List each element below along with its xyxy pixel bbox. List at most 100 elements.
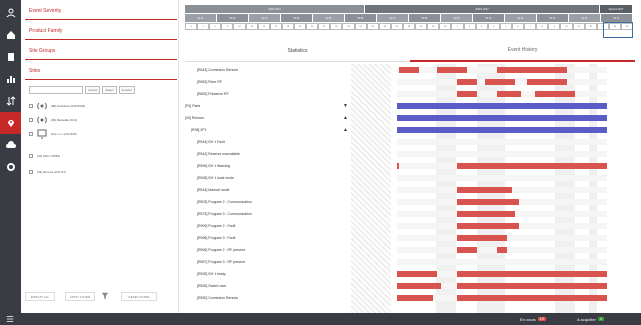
- tab-event-history[interactable]: Event History: [410, 40, 635, 62]
- event-bar[interactable]: [397, 163, 399, 169]
- event-bar[interactable]: [457, 295, 607, 301]
- event-bar[interactable]: [497, 91, 521, 97]
- event-bar[interactable]: [497, 67, 567, 73]
- event-row[interactable]: [R539] SH 1 Warning: [185, 160, 635, 172]
- day-cell[interactable]: 2: [463, 23, 476, 30]
- week-cell[interactable]: W 09: [441, 14, 473, 22]
- events-in-progress[interactable]: En cours 19: [520, 315, 546, 323]
- month-cell[interactable]: AVRIL 2017: [365, 5, 600, 13]
- tree-item[interactable]: [43] Rennes (2/17/17): [29, 166, 177, 178]
- week-cell[interactable]: W 14: [601, 14, 633, 22]
- day-cell[interactable]: 3: [475, 23, 488, 30]
- day-cell[interactable]: 7: [197, 23, 210, 30]
- month-cell[interactable]: Septem 2017: [600, 5, 633, 13]
- tab-statistics[interactable]: Statistics: [185, 40, 410, 62]
- event-bar[interactable]: [457, 247, 477, 253]
- week-cell[interactable]: W 01: [185, 14, 217, 22]
- day-cell[interactable]: 23: [342, 23, 355, 30]
- day-cell[interactable]: 24: [354, 23, 367, 30]
- day-cell[interactable]: 9: [548, 23, 561, 30]
- week-cell[interactable]: W 10: [473, 14, 505, 22]
- event-bar[interactable]: [535, 91, 575, 97]
- day-cell[interactable]: 28: [402, 23, 416, 30]
- day-cell[interactable]: 1: [209, 23, 222, 30]
- event-row[interactable]: [R543] Connexion Rennes: [185, 64, 635, 76]
- event-row[interactable]: [R526] Switch over: [185, 280, 635, 292]
- event-bar[interactable]: [497, 247, 507, 253]
- search-select-button[interactable]: Select: [102, 86, 117, 94]
- day-cell[interactable]: 9: [185, 23, 198, 30]
- event-row[interactable]: [R652] Présence RF: [185, 88, 635, 100]
- day-cell[interactable]: 4: [487, 23, 500, 30]
- nav-item-charts[interactable]: [0, 68, 21, 90]
- filter-header-sites[interactable]: Sites: [25, 62, 177, 80]
- events-to-acknowledge[interactable]: A acquitter 4: [577, 315, 604, 323]
- day-cell[interactable]: 26: [378, 23, 391, 30]
- event-row[interactable]: [R503] Program 2 : Communication: [185, 196, 635, 208]
- week-cell[interactable]: W 02: [217, 14, 249, 22]
- search-invert-button[interactable]: Invertet: [118, 86, 135, 94]
- month-cell[interactable]: JANV 2017: [185, 5, 365, 13]
- day-cell[interactable]: 20: [306, 23, 319, 30]
- event-bar[interactable]: [457, 199, 519, 205]
- menu-icon[interactable]: [6, 315, 14, 323]
- day-cell[interactable]: 12: [584, 23, 597, 30]
- event-row[interactable]: [R653] Fibre RF: [185, 76, 635, 88]
- day-cell[interactable]: 11: [572, 23, 585, 30]
- event-bar[interactable]: [485, 79, 515, 85]
- day-cell[interactable]: 31: [439, 23, 452, 30]
- event-row[interactable]: [R908] Program 3 : Fault: [185, 232, 635, 244]
- event-row[interactable]: [R530] Connexion Rennes: [185, 292, 635, 304]
- event-bar[interactable]: [397, 271, 437, 277]
- event-bar[interactable]: [399, 67, 419, 73]
- tree-checkbox[interactable]: [29, 118, 33, 122]
- event-row[interactable]: [R525] SH 1 ready: [185, 268, 635, 280]
- day-cell[interactable]: 8: [536, 23, 549, 30]
- search-cancel-button[interactable]: Cancel: [85, 86, 101, 94]
- event-row[interactable]: [R909] Program 2 : Fault: [185, 220, 635, 232]
- day-cell[interactable]: 15: [233, 23, 246, 30]
- day-cell[interactable]: 22: [330, 23, 343, 30]
- event-bar[interactable]: [397, 115, 607, 121]
- reset-filter-button[interactable]: RESET FILTER: [121, 292, 157, 301]
- nav-item-sort[interactable]: [0, 90, 21, 112]
- day-cell[interactable]: 6: [511, 23, 525, 30]
- day-cell[interactable]: 27: [390, 23, 403, 30]
- event-row[interactable]: [R573] Program 3 : Communication: [185, 208, 635, 220]
- week-cell[interactable]: W 07: [377, 14, 409, 22]
- timeline-header[interactable]: JANV 2017 AVRIL 2017 Septem 2017 W 01 W 0…: [185, 5, 634, 38]
- day-cell[interactable]: 25: [366, 23, 379, 30]
- filter-header-event-severity[interactable]: Event Severity: [25, 2, 177, 20]
- day-cell[interactable]: 19: [293, 23, 307, 30]
- nav-item-dashboard[interactable]: [0, 24, 21, 46]
- nav-item-location[interactable]: [0, 112, 21, 134]
- event-bar[interactable]: [457, 235, 507, 241]
- collapse-icon[interactable]: ▲: [343, 127, 348, 133]
- nav-item-settings[interactable]: [0, 156, 21, 178]
- week-cell[interactable]: W 12: [537, 14, 569, 22]
- tree-item[interactable]: [08] Antartica (1140/1540): [29, 100, 177, 112]
- week-cell[interactable]: W 03: [249, 14, 281, 22]
- filter-header-product-family[interactable]: Product Family: [25, 22, 177, 40]
- day-cell[interactable]: 21: [318, 23, 331, 30]
- event-bar[interactable]: [457, 79, 477, 85]
- week-cell[interactable]: W 11: [505, 14, 537, 22]
- apply-filter-button[interactable]: APPLY FILTER: [65, 292, 95, 301]
- week-cell[interactable]: W 06: [345, 14, 377, 22]
- event-bar[interactable]: [457, 91, 477, 97]
- filter-header-site-groups[interactable]: Site Groups: [25, 42, 177, 60]
- event-bar[interactable]: [397, 295, 433, 301]
- event-row[interactable]: [R528] SH 1 local mode: [185, 172, 635, 184]
- event-row[interactable]: [R38] 2P1 ▲: [185, 124, 635, 136]
- event-row[interactable]: [P4] Paris ▼: [185, 100, 635, 112]
- day-cell[interactable]: 10: [560, 23, 573, 30]
- day-cell[interactable]: 5: [499, 23, 512, 30]
- tree-item[interactable]: [09] Marseille (0/11): [29, 114, 177, 126]
- display-all-button[interactable]: DISPLAY ALL: [25, 292, 55, 301]
- event-bar[interactable]: [397, 127, 607, 133]
- nav-item-home[interactable]: [0, 2, 21, 24]
- week-cell[interactable]: W 08: [409, 14, 441, 22]
- event-bar[interactable]: [397, 103, 607, 109]
- event-bar[interactable]: [437, 67, 467, 73]
- event-bar[interactable]: [457, 163, 607, 169]
